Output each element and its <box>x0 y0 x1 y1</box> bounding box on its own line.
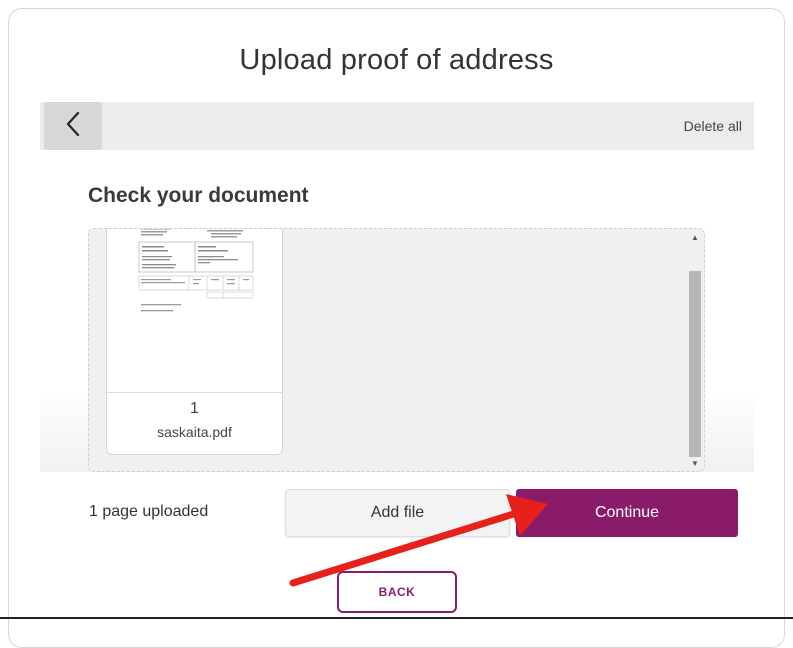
page-number: 1 <box>190 400 199 417</box>
page-thumbnail-card[interactable]: 1 saskaita.pdf <box>106 229 283 455</box>
document-page-preview <box>107 229 282 393</box>
scrollbar-thumb[interactable] <box>689 271 701 457</box>
document-toolbar: Delete all <box>40 102 754 150</box>
viewer-scrollbar[interactable]: ▲ ▼ <box>688 233 702 469</box>
delete-all-button[interactable]: Delete all <box>684 102 742 150</box>
scroll-down-arrow-icon[interactable]: ▼ <box>690 459 700 469</box>
toolbar-back-button[interactable] <box>44 102 102 150</box>
file-name: saskaita.pdf <box>157 424 232 440</box>
scroll-up-arrow-icon[interactable]: ▲ <box>690 233 700 243</box>
check-document-heading: Check your document <box>88 184 309 207</box>
page-title: Upload proof of address <box>239 44 554 76</box>
back-button[interactable]: BACK <box>337 571 457 613</box>
chevron-left-icon <box>65 111 81 142</box>
add-file-button[interactable]: Add file <box>285 489 510 537</box>
continue-button[interactable]: Continue <box>516 489 738 537</box>
document-viewer[interactable]: 1 saskaita.pdf ▲ ▼ <box>88 228 705 472</box>
upload-status-text: 1 page uploaded <box>89 503 209 520</box>
